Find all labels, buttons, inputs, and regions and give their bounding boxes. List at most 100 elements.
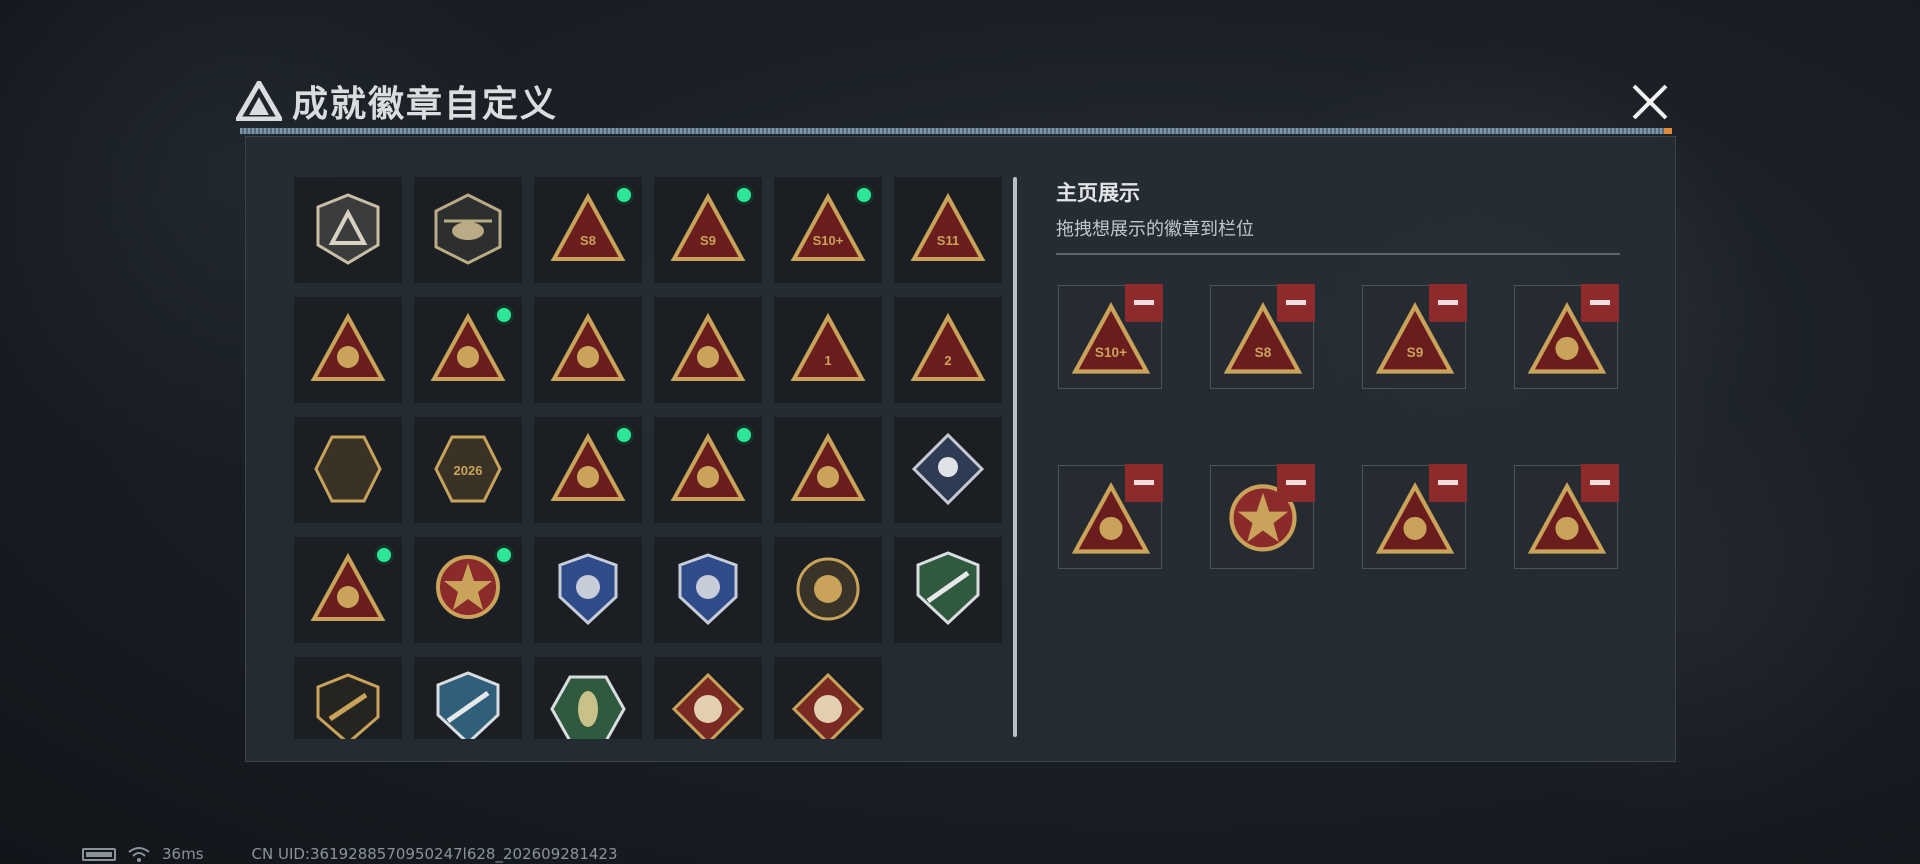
knife-shield-badge-icon [436, 671, 500, 739]
new-indicator-dot [734, 425, 754, 445]
badge-cell[interactable]: S9 [654, 177, 762, 283]
showcase-slot[interactable] [1514, 284, 1619, 389]
badge-cell[interactable]: 2026 [414, 417, 522, 523]
badge-cell[interactable]: S10+ [774, 177, 882, 283]
showcase-slot[interactable] [1362, 464, 1467, 569]
rocket-badge-icon [790, 432, 866, 501]
new-indicator-dot [494, 305, 514, 325]
delta-logo-icon [236, 81, 282, 121]
badge-cell[interactable] [894, 417, 1002, 523]
badge-cell[interactable] [534, 417, 642, 523]
svg-text:S8: S8 [1255, 345, 1272, 360]
badge-cell[interactable] [294, 297, 402, 403]
remove-badge-button[interactable] [1125, 284, 1163, 322]
badge-cell[interactable] [774, 537, 882, 643]
showcase-slot[interactable] [1058, 464, 1163, 569]
badge-cell[interactable] [894, 537, 1002, 643]
svg-text:2026: 2026 [454, 463, 483, 478]
showcase-slot[interactable] [1210, 464, 1315, 569]
remove-badge-button[interactable] [1277, 464, 1315, 502]
svg-text:S9: S9 [700, 233, 716, 248]
remove-badge-button[interactable] [1581, 284, 1619, 322]
showcase-slot[interactable]: S10+ [1058, 284, 1163, 389]
badge-library-grid[interactable]: S8 S9 S10+ S11 1 2 2026 [294, 177, 1014, 739]
showcase-slot[interactable] [1514, 464, 1619, 569]
remove-badge-button[interactable] [1277, 284, 1315, 322]
rose-badge-icon [911, 432, 985, 506]
showcase-subtitle: 拖拽想展示的徽章到栏位 [1056, 219, 1254, 240]
flower-badge-icon [310, 312, 386, 381]
badge-cell[interactable] [294, 417, 402, 523]
badge-cell[interactable]: 1 [774, 297, 882, 403]
skull-target-badge-icon [796, 557, 860, 621]
delta-force-2026-badge-icon: 2026 [434, 435, 502, 503]
title-divider [240, 128, 1672, 134]
library-scrollbar[interactable] [1013, 177, 1017, 737]
showcase-section: 主页展示 拖拽想展示的徽章到栏位 [1056, 177, 1620, 255]
blue-shield-badge-icon [558, 553, 618, 626]
number-one-badge-icon: 1 [790, 312, 866, 381]
badge-cell[interactable] [654, 297, 762, 403]
close-icon[interactable] [1628, 80, 1672, 124]
badge-cell[interactable] [294, 177, 402, 283]
badge-cell[interactable] [534, 297, 642, 403]
badge-cell[interactable] [774, 417, 882, 523]
badge-cell[interactable] [774, 657, 882, 739]
showcase-divider [1056, 253, 1620, 255]
user-uid: CN UID:3619288570950247l628_202609281423 [251, 845, 618, 863]
remove-badge-button[interactable] [1429, 464, 1467, 502]
bee-badge-icon [670, 312, 746, 381]
svg-text:S8: S8 [580, 233, 596, 248]
badge-cell[interactable] [534, 537, 642, 643]
badge-cell[interactable]: S11 [894, 177, 1002, 283]
delta-shield-badge-icon [316, 193, 380, 265]
badge-cell[interactable] [294, 537, 402, 643]
svg-text:S9: S9 [1407, 345, 1424, 360]
badge-cell[interactable] [414, 177, 522, 283]
showcase-slot[interactable]: S8 [1210, 284, 1315, 389]
crocodile-badge-icon [314, 435, 382, 503]
badge-cell[interactable] [414, 537, 522, 643]
title-divider-accent [1664, 128, 1672, 134]
rifle-shield-badge-icon [316, 673, 380, 739]
showcase-title: 主页展示 [1056, 181, 1140, 205]
battery-icon [82, 847, 116, 861]
number-two-badge-icon: 2 [910, 312, 986, 381]
ping-value: 36ms [162, 845, 204, 863]
helicopter-badge-icon [434, 193, 502, 265]
badge-cell[interactable] [414, 657, 522, 739]
new-indicator-dot [734, 185, 754, 205]
scorpion-badge-icon [550, 675, 626, 739]
new-indicator-dot [374, 545, 394, 565]
s11-season-badge-icon: S11 [910, 192, 986, 261]
badge-cell[interactable] [654, 417, 762, 523]
svg-text:S10+: S10+ [1095, 345, 1127, 360]
remove-badge-button[interactable] [1125, 464, 1163, 502]
new-indicator-dot [614, 185, 634, 205]
title-bar: 成就徽章自定义 [236, 76, 558, 126]
page-title: 成就徽章自定义 [292, 84, 559, 125]
green-rifle-badge-icon [916, 551, 980, 626]
badge-cell[interactable] [654, 537, 762, 643]
badge-cell[interactable] [534, 657, 642, 739]
dragon-badge-icon [671, 672, 745, 739]
svg-text:S11: S11 [937, 233, 959, 248]
svg-text:1: 1 [824, 353, 831, 368]
remove-badge-button[interactable] [1581, 464, 1619, 502]
showcase-slot[interactable]: S9 [1362, 284, 1467, 389]
new-indicator-dot [494, 545, 514, 565]
wifi-icon [128, 847, 150, 862]
badge-cell[interactable]: 2 [894, 297, 1002, 403]
badge-cell[interactable] [414, 297, 522, 403]
badge-cell[interactable] [654, 657, 762, 739]
badge-cell[interactable] [294, 657, 402, 739]
badge-cell[interactable]: S8 [534, 177, 642, 283]
badge-panel: S8 S9 S10+ S11 1 2 2026 主页展示 拖拽想展示的徽章到栏位 S10+ S… [245, 136, 1676, 762]
blue-diamond-shield-badge-icon [678, 553, 738, 626]
status-bar: 36ms CN UID:3619288570950247l628_2026092… [82, 845, 618, 863]
svg-text:S10+: S10+ [813, 233, 844, 248]
new-indicator-dot [854, 185, 874, 205]
runner-badge-icon [791, 672, 865, 739]
remove-badge-button[interactable] [1429, 284, 1467, 322]
hands-badge-icon [550, 312, 626, 381]
